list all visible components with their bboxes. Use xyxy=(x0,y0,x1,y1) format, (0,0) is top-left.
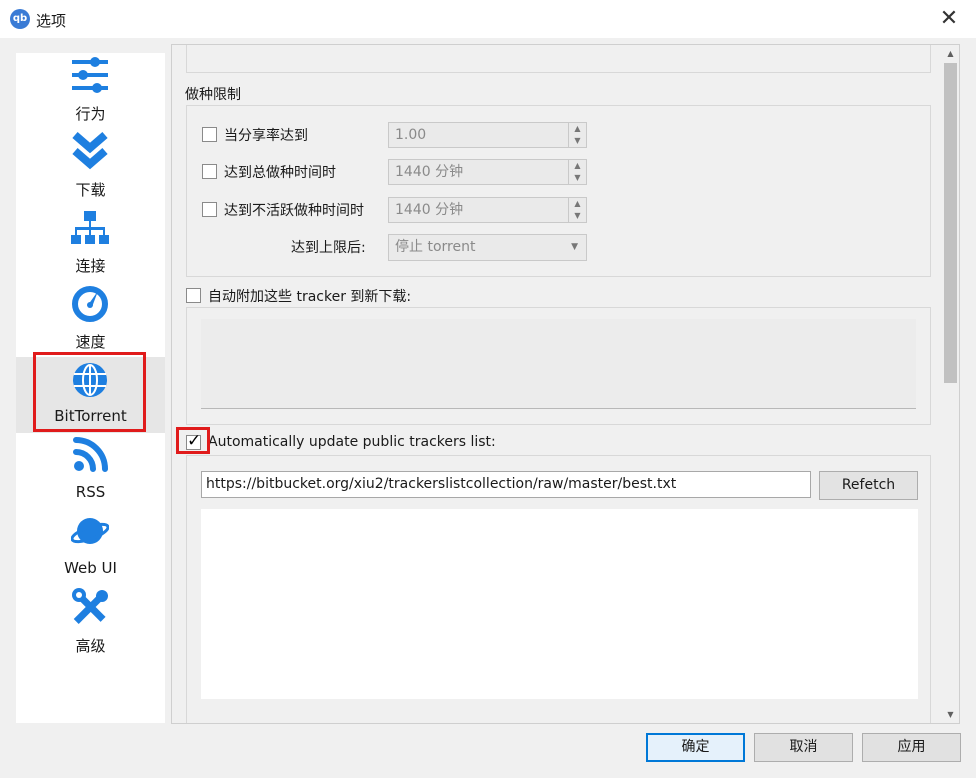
inactive-time-spinbox[interactable]: 1440 分钟 ▲ ▼ xyxy=(388,197,587,223)
spin-up-icon[interactable]: ▲ xyxy=(569,160,586,172)
bittorrent-settings-pane: 做种限制 当分享率达到 1.00 ▲ ▼ 达到总做种时间时 1440 分钟 ▲ ▼ … xyxy=(171,44,960,724)
ok-button[interactable]: 确定 xyxy=(646,733,745,762)
spin-arrows[interactable]: ▲ ▼ xyxy=(568,160,586,184)
apply-button[interactable]: 应用 xyxy=(862,733,961,762)
sidebar-item-label: 高级 xyxy=(75,637,106,655)
sidebar-item-label: 行为 xyxy=(75,105,106,123)
inactive-time-checkbox[interactable] xyxy=(202,202,217,217)
spin-up-icon[interactable]: ▲ xyxy=(569,123,586,135)
inactive-time-label: 达到不活跃做种时间时 xyxy=(224,203,364,219)
spin-down-icon[interactable]: ▼ xyxy=(569,210,586,222)
ratio-spinbox[interactable]: 1.00 ▲ ▼ xyxy=(388,122,587,148)
network-icon xyxy=(71,211,109,244)
seeding-limits-title: 做种限制 xyxy=(185,87,241,103)
spin-down-icon[interactable]: ▼ xyxy=(569,135,586,147)
sidebar-item-advanced[interactable]: 高级 xyxy=(16,585,165,661)
window-title: 选项 xyxy=(36,12,67,30)
auto-update-trackers-label: Automatically update public trackers lis… xyxy=(208,434,496,450)
spin-up-icon[interactable]: ▲ xyxy=(569,198,586,210)
scroll-up-icon[interactable]: ▲ xyxy=(942,45,959,62)
ratio-label: 当分享率达到 xyxy=(224,128,308,144)
sidebar-item-connection[interactable]: 连接 xyxy=(16,205,165,281)
sidebar-item-label: Web UI xyxy=(64,559,117,577)
add-trackers-label: 自动附加这些 tracker 到新下载: xyxy=(208,289,412,305)
total-time-value: 1440 分钟 xyxy=(395,164,464,180)
add-trackers-checkbox[interactable] xyxy=(186,288,201,303)
rss-icon xyxy=(73,437,108,472)
spin-down-icon[interactable]: ▼ xyxy=(569,172,586,184)
close-button[interactable]: ✕ xyxy=(934,4,964,34)
spin-arrows[interactable]: ▲ ▼ xyxy=(568,198,586,222)
highlight-box-bittorrent xyxy=(33,352,146,432)
refetch-button[interactable]: Refetch xyxy=(819,471,918,500)
ratio-checkbox[interactable] xyxy=(202,127,217,142)
chevron-down-icon: ▼ xyxy=(571,242,578,252)
trackers-text-area xyxy=(201,319,916,409)
previous-group-box xyxy=(186,45,931,73)
speedometer-icon xyxy=(72,286,108,322)
scroll-down-icon[interactable]: ▼ xyxy=(942,706,959,723)
sidebar-item-behavior[interactable]: 行为 xyxy=(16,53,165,129)
limit-action-value: 停止 torrent xyxy=(395,239,476,255)
trackers-url-field[interactable]: https://bitbucket.org/xiu2/trackerslistc… xyxy=(201,471,811,498)
planet-icon xyxy=(71,518,109,544)
sliders-icon xyxy=(72,57,108,93)
limit-action-label: 达到上限后: xyxy=(291,240,366,256)
total-time-spinbox[interactable]: 1440 分钟 ▲ ▼ xyxy=(388,159,587,185)
cancel-button[interactable]: 取消 xyxy=(754,733,853,762)
sidebar-item-downloads[interactable]: 下载 xyxy=(16,129,165,205)
sidebar-item-label: 下载 xyxy=(75,181,106,199)
inactive-time-value: 1440 分钟 xyxy=(395,202,464,218)
highlight-box-auto-update xyxy=(176,427,210,454)
sidebar-item-label: 连接 xyxy=(75,257,106,275)
seeding-limits-group: 当分享率达到 1.00 ▲ ▼ 达到总做种时间时 1440 分钟 ▲ ▼ 达到不活跃… xyxy=(186,105,931,277)
sidebar-item-label: 速度 xyxy=(75,333,106,351)
close-icon: ✕ xyxy=(939,6,959,31)
sidebar-item-speed[interactable]: 速度 xyxy=(16,281,165,357)
scrollbar-thumb[interactable] xyxy=(944,63,957,383)
total-time-checkbox[interactable] xyxy=(202,164,217,179)
total-time-label: 达到总做种时间时 xyxy=(224,165,336,181)
vertical-scrollbar[interactable]: ▲ ▼ xyxy=(942,45,959,723)
qbittorrent-app-icon: qb xyxy=(10,9,30,29)
sidebar-item-label: RSS xyxy=(75,483,106,501)
auto-update-trackers-group: https://bitbucket.org/xiu2/trackerslistc… xyxy=(186,455,931,723)
trackers-list-area[interactable] xyxy=(201,509,918,699)
limit-action-select[interactable]: 停止 torrent ▼ xyxy=(388,234,587,261)
spin-arrows[interactable]: ▲ ▼ xyxy=(568,123,586,147)
add-trackers-group xyxy=(186,307,931,425)
tools-icon xyxy=(72,588,108,624)
ratio-value: 1.00 xyxy=(395,127,427,143)
double-chevron-down-icon xyxy=(72,131,108,170)
sidebar-item-rss[interactable]: RSS xyxy=(16,433,165,509)
sidebar-item-webui[interactable]: Web UI xyxy=(16,509,165,585)
title-bar: qb 选项 ✕ xyxy=(0,0,976,38)
